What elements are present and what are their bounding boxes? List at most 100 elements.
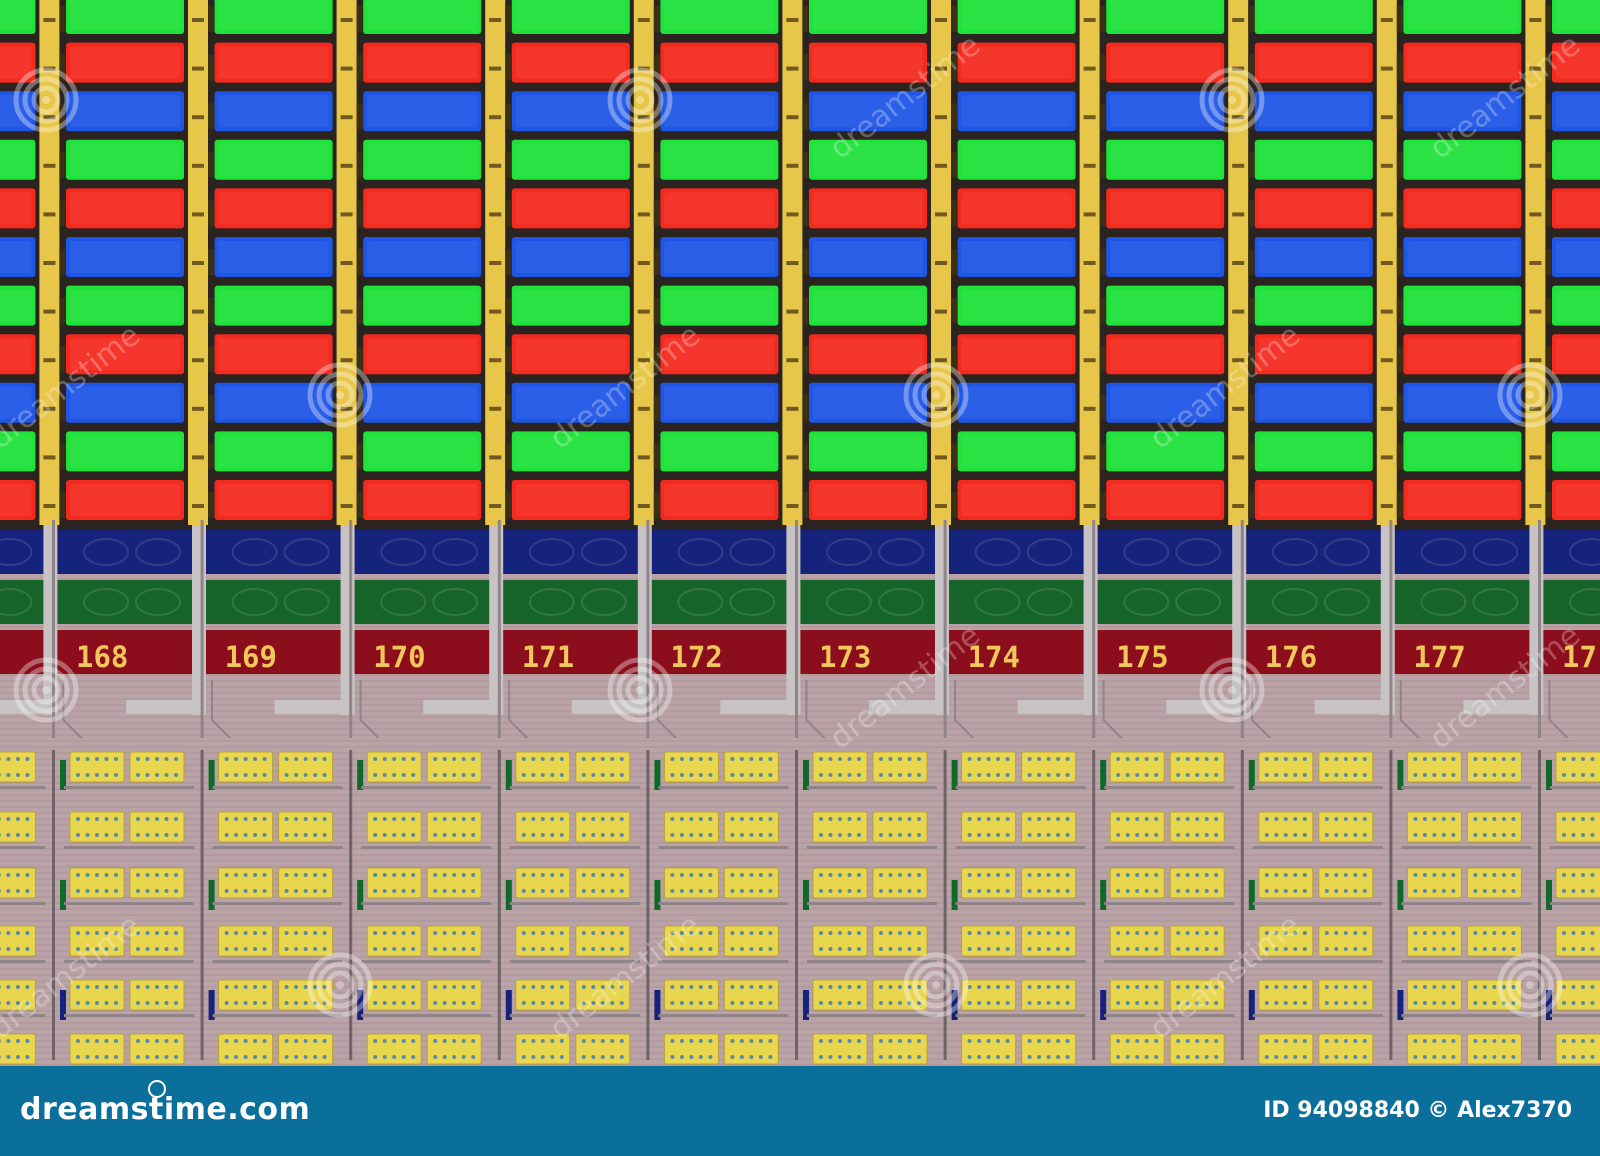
pad-via (1441, 947, 1446, 951)
pad-via (382, 757, 387, 761)
pad-via (452, 931, 457, 935)
pad-via (531, 873, 536, 877)
subpixel-sheen (1407, 484, 1518, 516)
pad-via (996, 1055, 1001, 1059)
tft-contact (1529, 212, 1542, 217)
pad-via (838, 931, 842, 935)
pad-interconnect (361, 902, 492, 905)
pad-via (967, 1039, 972, 1043)
pad-via (174, 985, 178, 989)
pad-via (104, 773, 109, 777)
pad-via (1027, 1001, 1032, 1005)
yellow-bond-pad (1109, 751, 1165, 783)
pad-via (898, 931, 902, 935)
pad-via (1264, 1001, 1269, 1005)
pad-via (1451, 1001, 1456, 1005)
pad-via (382, 985, 387, 989)
pad-via (253, 1001, 258, 1005)
pad-via (679, 889, 684, 893)
pad-via (373, 985, 378, 989)
pad-via (234, 1055, 239, 1059)
pad-via (1264, 833, 1269, 837)
pad-via (155, 1055, 159, 1059)
pad-via (1056, 985, 1061, 989)
tft-contact (786, 406, 799, 411)
pad-via (1343, 817, 1348, 821)
pad-via (1343, 1039, 1348, 1043)
yellow-bond-pad (1466, 1033, 1522, 1065)
pad-via (1264, 889, 1269, 893)
pad-via (234, 931, 239, 935)
pad-via (1422, 889, 1427, 893)
pad-via (461, 1055, 466, 1059)
separator-line (200, 520, 204, 740)
pad-via (977, 757, 982, 761)
pad-via (104, 889, 109, 893)
tft-contact (489, 18, 502, 22)
pad-via (155, 873, 159, 877)
yellow-bond-pad (69, 867, 125, 899)
pad-via (15, 947, 20, 951)
pad-via (85, 931, 90, 935)
pad-via (847, 1055, 852, 1059)
subpixel-sheen (218, 46, 329, 79)
module-border (200, 750, 204, 1060)
pad-via (1451, 889, 1456, 893)
pad-via (600, 773, 605, 777)
pad-via (1362, 1055, 1367, 1059)
pad-via (1037, 817, 1042, 821)
subpixel-sheen (813, 338, 923, 371)
pad-via (888, 757, 893, 761)
pad-via (1116, 833, 1121, 837)
pad-via (401, 985, 406, 989)
pad-via (401, 931, 406, 935)
pad-via (600, 833, 605, 837)
subpixel-grid (0, 0, 1600, 530)
pad-via (749, 931, 754, 935)
pad-via (1432, 889, 1437, 893)
pad-via (1154, 947, 1159, 951)
yellow-bond-pad (1021, 751, 1077, 783)
pad-via (25, 833, 30, 837)
subpixel-sheen (961, 0, 1072, 30)
yellow-bond-pad (812, 751, 868, 783)
pad-via (1144, 931, 1149, 935)
pad-via (1590, 773, 1595, 777)
pad-via (819, 833, 823, 837)
subpixel-sheen (664, 143, 775, 176)
pad-via (1037, 1055, 1042, 1059)
pad-via (85, 873, 90, 877)
pad-via (670, 817, 675, 821)
footer-brand[interactable]: dreamstime.com (20, 1092, 310, 1127)
pad-via (857, 931, 861, 935)
pad-via (174, 773, 178, 777)
pad-via (689, 1039, 694, 1043)
pad-via (373, 757, 378, 761)
pad-via (1302, 1055, 1307, 1059)
tft-contact (786, 358, 799, 363)
pad-via (521, 817, 526, 821)
pad-via (382, 817, 387, 821)
subpixel-sheen (218, 484, 329, 516)
pad-via (1065, 1055, 1070, 1059)
pad-interconnect (361, 786, 492, 789)
pad-via (1125, 1039, 1130, 1043)
tft-contact (1232, 212, 1245, 217)
pad-via (164, 1001, 169, 1005)
pad-via (294, 1001, 299, 1005)
pad-via (1283, 757, 1288, 761)
tft-switch (505, 443, 512, 470)
pad-via (6, 985, 11, 989)
pad-via (471, 1001, 476, 1005)
subpixel-sheen (961, 95, 1072, 128)
pad-via (1353, 773, 1358, 777)
pad-via (1005, 817, 1010, 821)
pad-via (442, 1055, 447, 1059)
pad-via (879, 985, 883, 989)
pad-via (1037, 1001, 1042, 1005)
pad-via (600, 873, 605, 877)
column-label: 171 (522, 640, 574, 674)
pad-via (1056, 947, 1061, 951)
pad-interconnect (1550, 1014, 1600, 1017)
pad-via (262, 873, 267, 877)
